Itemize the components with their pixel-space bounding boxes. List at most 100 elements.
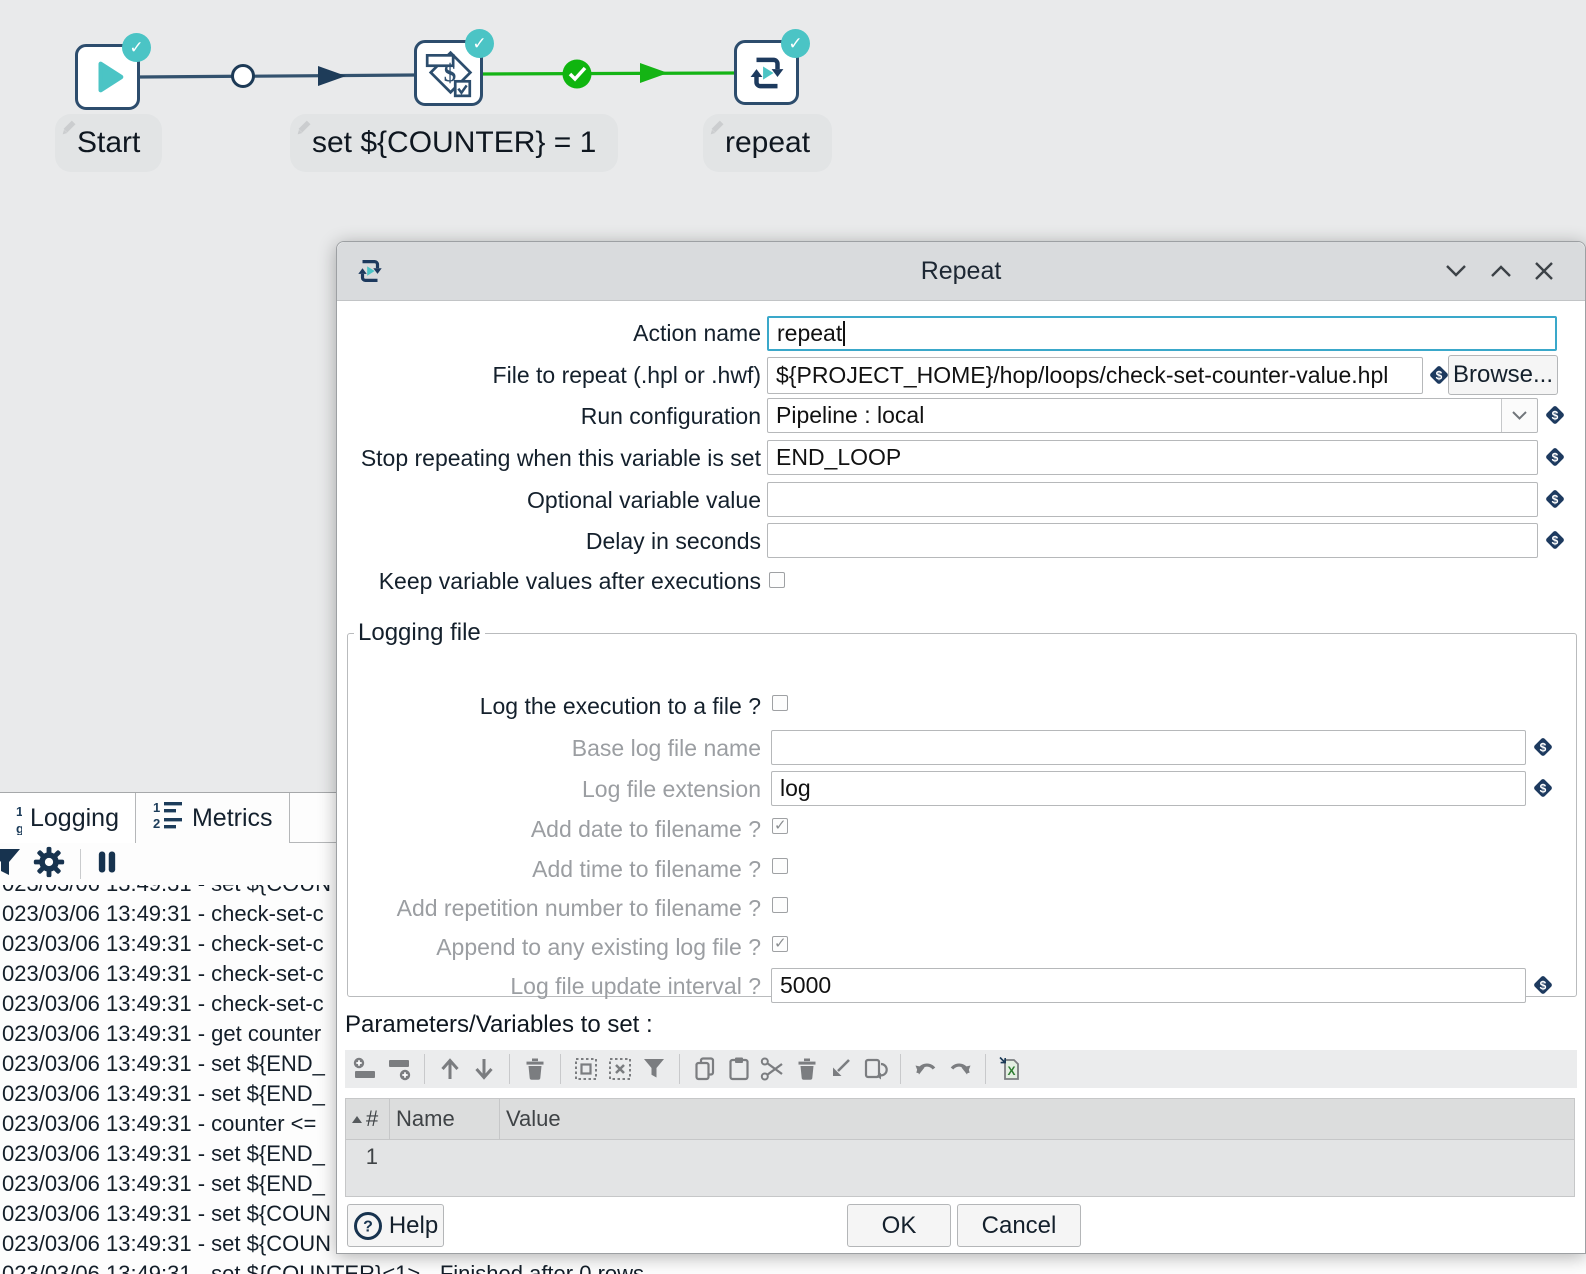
repeat-icon: [746, 52, 788, 94]
toolbar-separator: [560, 1054, 561, 1084]
sort-asc-icon: [352, 1116, 362, 1123]
action-name-input[interactable]: repeat: [767, 316, 1557, 351]
log-to-file-checkbox[interactable]: [772, 695, 788, 711]
variable-icon[interactable]: $: [1543, 403, 1567, 427]
variable-icon[interactable]: $: [1531, 735, 1555, 759]
tab-logging[interactable]: 1 g Logging: [0, 793, 136, 844]
select-all-icon[interactable]: [572, 1055, 600, 1083]
pause-icon[interactable]: [95, 848, 119, 881]
toolbar-separator: [424, 1054, 425, 1084]
column-header-num[interactable]: #: [346, 1099, 390, 1139]
node-label-start[interactable]: Start: [55, 114, 162, 172]
undo-icon[interactable]: [912, 1055, 940, 1083]
move-up-icon[interactable]: [436, 1055, 464, 1083]
variable-icon[interactable]: $: [1543, 445, 1567, 469]
column-header-name[interactable]: Name: [390, 1099, 500, 1139]
add-date-label: Add date to filename ?: [348, 816, 761, 843]
help-button[interactable]: ? Help: [347, 1204, 444, 1247]
delete-selected-icon[interactable]: [793, 1055, 821, 1083]
log-line: 023/03/06 13:49:31 - set ${COUNTER}<1> -…: [2, 1259, 1586, 1274]
chevron-down-icon[interactable]: [1501, 399, 1537, 432]
column-header-value[interactable]: Value: [500, 1099, 1574, 1139]
dialog-title: Repeat: [337, 242, 1585, 301]
keep-selected-icon[interactable]: [827, 1055, 855, 1083]
node-start[interactable]: ✓: [75, 44, 140, 110]
copy-icon[interactable]: [691, 1055, 719, 1083]
run-configuration-select[interactable]: Pipeline : local: [767, 398, 1538, 433]
move-down-icon[interactable]: [470, 1055, 498, 1083]
keep-values-checkbox[interactable]: [769, 572, 785, 588]
insert-row-after-icon[interactable]: [385, 1055, 413, 1083]
excel-export-icon[interactable]: X: [997, 1055, 1025, 1083]
node-set-counter[interactable]: $ ✓: [414, 40, 483, 106]
paste-icon[interactable]: [725, 1055, 753, 1083]
variable-icon[interactable]: $: [1531, 973, 1555, 997]
append-log-checkbox[interactable]: [772, 936, 788, 952]
node-label-repeat[interactable]: repeat: [703, 114, 832, 172]
repeat-icon: [355, 256, 385, 286]
stop-variable-input[interactable]: END_LOOP: [767, 440, 1538, 475]
toolbar-separator: [679, 1054, 680, 1084]
set-variables-icon: $: [424, 46, 474, 100]
add-time-label: Add time to filename ?: [348, 856, 761, 883]
action-name-label: Action name: [337, 320, 761, 347]
clear-selection-icon[interactable]: [606, 1055, 634, 1083]
filter-icon[interactable]: [640, 1055, 668, 1083]
cancel-button[interactable]: Cancel: [957, 1204, 1081, 1247]
parameters-table-header: # Name Value: [345, 1098, 1575, 1140]
logging-icon: 1 g: [6, 803, 22, 835]
parameters-toolbar: X: [345, 1050, 1577, 1088]
delay-input[interactable]: [767, 523, 1538, 558]
table-row[interactable]: 1: [346, 1140, 1574, 1174]
variable-icon[interactable]: $: [1543, 487, 1567, 511]
hop-window: ✓ $ ✓ ✓ S: [0, 0, 1586, 1274]
close-icon[interactable]: [1533, 262, 1555, 280]
redo-icon[interactable]: [946, 1055, 974, 1083]
svg-text:g: g: [16, 821, 22, 835]
log-extension-input[interactable]: log: [771, 771, 1526, 806]
base-log-name-input[interactable]: [771, 730, 1526, 765]
duplicate-icon[interactable]: [861, 1055, 889, 1083]
svg-text:$: $: [1540, 979, 1547, 993]
toolbar-separator: [80, 849, 81, 879]
insert-row-before-icon[interactable]: [351, 1055, 379, 1083]
file-to-repeat-input[interactable]: ${PROJECT_HOME}/hop/loops/check-set-coun…: [767, 357, 1423, 394]
append-log-label: Append to any existing log file ?: [348, 934, 761, 961]
gear-icon[interactable]: [32, 845, 66, 884]
minimize-icon[interactable]: [1445, 262, 1467, 280]
variable-icon[interactable]: $: [1531, 776, 1555, 800]
parameters-label: Parameters/Variables to set :: [345, 1011, 653, 1039]
logging-file-group: Logging file Log the execution to a file…: [347, 619, 1577, 997]
add-time-checkbox[interactable]: [772, 858, 788, 874]
maximize-icon[interactable]: [1490, 262, 1512, 280]
success-badge: ✓: [122, 33, 151, 62]
logging-file-group-title: Logging file: [354, 619, 485, 647]
update-interval-input[interactable]: 5000: [771, 968, 1526, 1003]
svg-text:$: $: [1552, 534, 1559, 548]
svg-text:$: $: [1540, 741, 1547, 755]
parameters-table: # Name Value 1: [345, 1098, 1575, 1197]
add-repetition-checkbox[interactable]: [772, 897, 788, 913]
tab-metrics[interactable]: 1 2 Metrics: [136, 793, 290, 843]
repeat-dialog: Repeat Action name repeat File to repeat…: [336, 241, 1586, 1254]
optional-value-input[interactable]: [767, 482, 1538, 517]
base-log-name-label: Base log file name: [348, 735, 761, 762]
variable-icon[interactable]: $: [1543, 528, 1567, 552]
svg-text:1: 1: [153, 800, 160, 815]
delete-rows-icon[interactable]: [521, 1055, 549, 1083]
add-date-checkbox[interactable]: [772, 818, 788, 834]
stop-variable-label: Stop repeating when this variable is set: [337, 445, 761, 472]
node-label-set-counter[interactable]: set ${COUNTER} = 1: [290, 114, 618, 172]
tab-label: Logging: [30, 804, 119, 833]
cut-icon[interactable]: [759, 1055, 787, 1083]
toolbar-separator: [900, 1054, 901, 1084]
ok-button[interactable]: OK: [847, 1204, 951, 1247]
svg-text:$: $: [1552, 409, 1559, 423]
filter-icon[interactable]: [0, 847, 22, 882]
add-repetition-label: Add repetition number to filename ?: [348, 895, 761, 922]
svg-text:2: 2: [153, 816, 160, 830]
browse-button[interactable]: Browse...: [1448, 355, 1558, 395]
file-to-repeat-label: File to repeat (.hpl or .hwf): [337, 362, 761, 389]
svg-text:$: $: [1540, 782, 1547, 796]
node-repeat[interactable]: ✓: [734, 40, 799, 105]
